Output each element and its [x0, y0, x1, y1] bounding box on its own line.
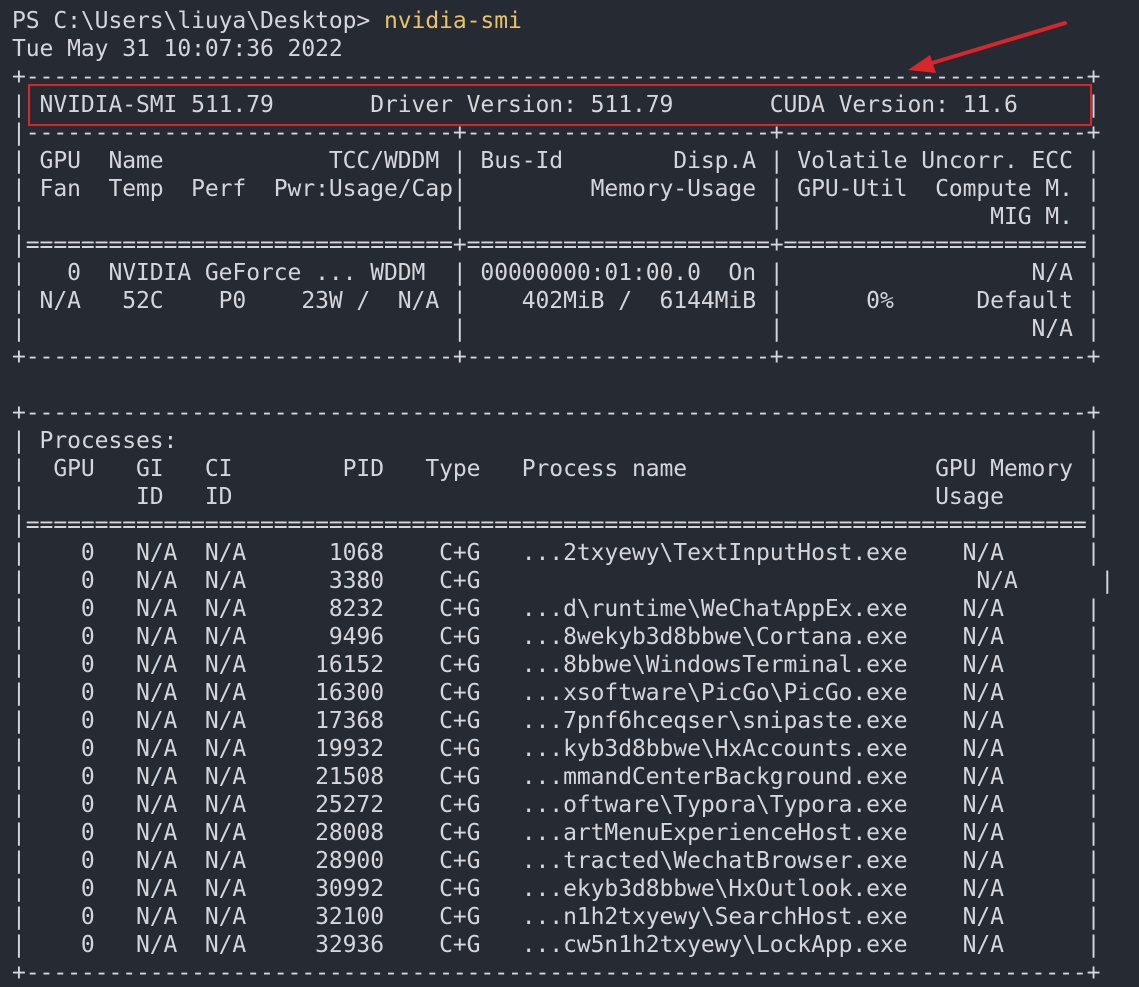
- process-row: | 0 N/A N/A 16152 C+G ...8bbwe\WindowsTe…: [12, 652, 1101, 678]
- command-text: nvidia-smi: [383, 8, 522, 34]
- process-table-divider-equals: |=======================================…: [12, 512, 1101, 538]
- process-row: | 0 N/A N/A 9496 C+G ...8wekyb3d8bbwe\Co…: [12, 624, 1101, 650]
- terminal-output[interactable]: PS C:\Users\liuya\Desktop> nvidia-smi Tue…: [12, 7, 1114, 987]
- process-header-row-1: | GPU GI CI PID Type Process name GPU Me…: [12, 456, 1101, 482]
- process-row: | 0 N/A N/A 17368 C+G ...7pnf6hceqser\sn…: [12, 708, 1101, 734]
- process-row: | 0 N/A N/A 32100 C+G ...n1h2txyewy\Sear…: [12, 904, 1101, 930]
- gpu-header-row-1: | GPU Name TCC/WDDM | Bus-Id Disp.A | Vo…: [12, 148, 1101, 174]
- process-row: | 0 N/A N/A 19932 C+G ...kyb3d8bbwe\HxAc…: [12, 736, 1101, 762]
- gpu-row-2: | N/A 52C P0 23W / N/A | 402MiB / 6144Mi…: [12, 288, 1101, 314]
- process-row: | 0 N/A N/A 25272 C+G ...oftware\Typora\…: [12, 792, 1101, 818]
- gpu-header-row-3: | | | MIG M. |: [12, 204, 1101, 230]
- process-row: | 0 N/A N/A 3380 C+G N/A |: [12, 568, 1115, 594]
- process-row: | 0 N/A N/A 21508 C+G ...mmandCenterBack…: [12, 764, 1101, 790]
- annotation-arrow-icon: [908, 21, 1067, 73]
- prompt-prefix: PS C:\Users\liuya\Desktop>: [12, 8, 384, 34]
- gpu-row-1: | 0 NVIDIA GeForce ... WDDM | 00000000:0…: [12, 260, 1101, 286]
- gpu-table-divider-equals: |===============================+=======…: [12, 232, 1101, 258]
- process-row: | 0 N/A N/A 16300 C+G ...xsoftware\PicGo…: [12, 680, 1101, 706]
- gpu-table-border-bottom: +-------------------------------+-------…: [12, 344, 1101, 370]
- process-row: | 0 N/A N/A 8232 C+G ...d\runtime\WeChat…: [12, 596, 1101, 622]
- process-row: | 0 N/A N/A 32936 C+G ...cw5n1h2txyewy\L…: [12, 932, 1101, 958]
- gpu-header-row-2: | Fan Temp Perf Pwr:Usage/Cap| Memory-Us…: [12, 176, 1101, 202]
- process-row: | 0 N/A N/A 28900 C+G ...tracted\WechatB…: [12, 848, 1101, 874]
- process-title-row: | Processes: |: [12, 428, 1101, 454]
- process-table-border-bottom: +---------------------------------------…: [12, 960, 1101, 986]
- process-row: | 0 N/A N/A 28008 C+G ...artMenuExperien…: [12, 820, 1101, 846]
- process-header-row-2: | ID ID Usage |: [12, 484, 1101, 510]
- process-row: | 0 N/A N/A 30992 C+G ...ekyb3d8bbwe\HxO…: [12, 876, 1101, 902]
- process-table-border-top: +---------------------------------------…: [12, 400, 1101, 426]
- gpu-row-3: | | | N/A |: [12, 316, 1101, 342]
- process-row: | 0 N/A N/A 1068 C+G ...2txyewy\TextInpu…: [12, 540, 1101, 566]
- version-highlight-box: [28, 84, 1092, 126]
